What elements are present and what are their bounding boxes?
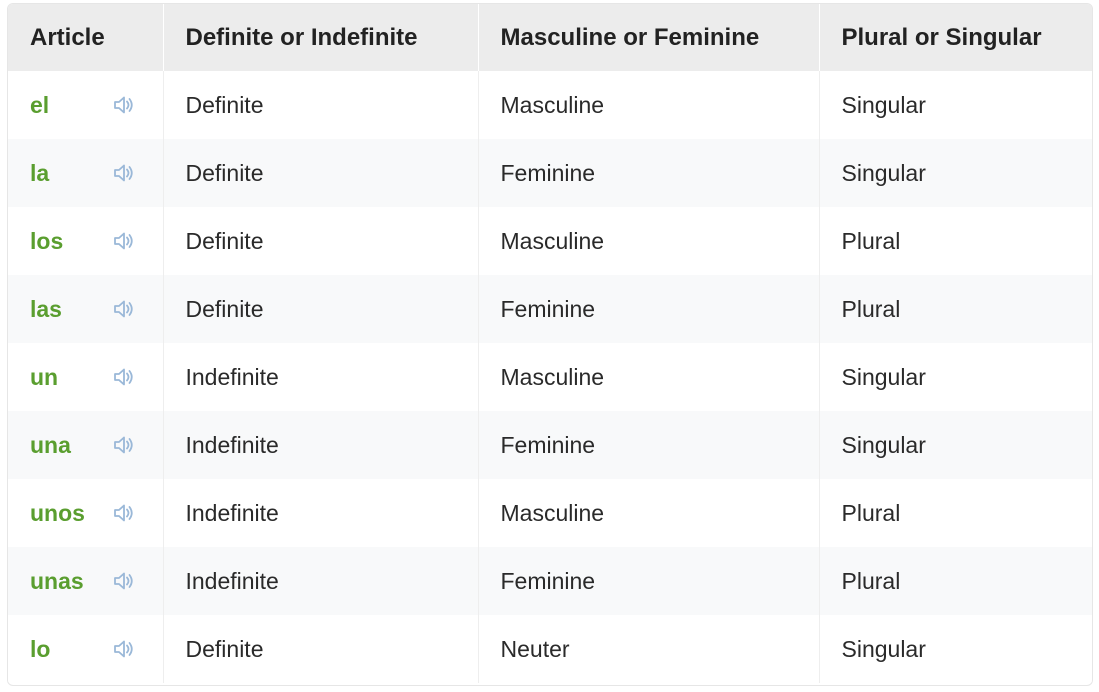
articles-table: Article Definite or Indefinite Masculine… — [8, 4, 1092, 683]
gender-cell: Masculine — [478, 207, 820, 275]
gender-cell: Feminine — [478, 275, 820, 343]
table-row: la Definite Feminine Singular — [8, 139, 1092, 207]
article-cell: el — [8, 71, 164, 139]
gender-cell: Masculine — [478, 71, 820, 139]
number-cell: Singular — [841, 159, 926, 186]
table-row: una Indefinite Feminine Singular — [8, 411, 1092, 479]
speaker-icon[interactable] — [112, 230, 136, 252]
article-word[interactable]: las — [30, 296, 62, 322]
speaker-icon[interactable] — [112, 366, 136, 388]
number-cell: Plural — [841, 499, 901, 526]
gender-cell: Feminine — [478, 547, 820, 615]
article-cell: lo — [8, 615, 164, 683]
article-word[interactable]: unos — [30, 500, 85, 526]
speaker-icon[interactable] — [112, 570, 136, 592]
gender-cell: Masculine — [478, 343, 820, 411]
header-article: Article — [8, 4, 164, 71]
definite-cell: Definite — [163, 275, 479, 343]
definite-cell: Definite — [163, 71, 479, 139]
article-word[interactable]: el — [30, 92, 49, 118]
speaker-icon[interactable] — [112, 638, 136, 660]
article-word[interactable]: los — [30, 228, 63, 254]
article-cell: unas — [8, 547, 164, 615]
table-header-row: Article Definite or Indefinite Masculine… — [8, 4, 1092, 71]
number-cell: Plural — [841, 295, 901, 322]
article-cell: las — [8, 275, 164, 343]
table-row: los Definite Masculine Plural — [8, 207, 1092, 275]
article-cell: una — [8, 411, 164, 479]
table-row: las Definite Feminine Plural — [8, 275, 1092, 343]
gender-cell: Feminine — [478, 139, 820, 207]
number-cell: Singular — [841, 363, 926, 390]
header-masculine-or-feminine: Masculine or Feminine — [478, 4, 820, 71]
definite-cell: Indefinite — [163, 343, 479, 411]
table-row: unas Indefinite Feminine Plural — [8, 547, 1092, 615]
definite-cell: Definite — [163, 207, 479, 275]
table-row: el Definite Masculine Singular — [8, 71, 1092, 139]
number-cell: Singular — [841, 91, 926, 118]
definite-cell: Indefinite — [163, 411, 479, 479]
article-cell: un — [8, 343, 164, 411]
article-word[interactable]: un — [30, 364, 58, 390]
number-cell: Singular — [841, 431, 926, 458]
article-word[interactable]: lo — [30, 636, 50, 662]
gender-cell: Masculine — [478, 479, 820, 547]
table-row: un Indefinite Masculine Singular — [8, 343, 1092, 411]
table-row: unos Indefinite Masculine Plural — [8, 479, 1092, 547]
definite-cell: Indefinite — [163, 479, 479, 547]
definite-cell: Definite — [163, 615, 479, 683]
definite-cell: Definite — [163, 139, 479, 207]
definite-cell: Indefinite — [163, 547, 479, 615]
speaker-icon[interactable] — [112, 502, 136, 524]
speaker-icon[interactable] — [112, 434, 136, 456]
header-definite-or-indefinite: Definite or Indefinite — [163, 4, 479, 71]
article-cell: unos — [8, 479, 164, 547]
speaker-icon[interactable] — [112, 298, 136, 320]
article-word[interactable]: una — [30, 432, 71, 458]
articles-table-container: Article Definite or Indefinite Masculine… — [7, 3, 1093, 686]
article-word[interactable]: unas — [30, 568, 84, 594]
number-cell: Plural — [841, 227, 901, 254]
article-cell: los — [8, 207, 164, 275]
number-cell: Plural — [841, 567, 901, 594]
speaker-icon[interactable] — [112, 162, 136, 184]
article-word[interactable]: la — [30, 160, 49, 186]
gender-cell: Neuter — [478, 615, 820, 683]
table-row: lo Definite Neuter Singular — [8, 615, 1092, 683]
article-cell: la — [8, 139, 164, 207]
table-body: el Definite Masculine Singular la Definite Fem… — [8, 71, 1092, 683]
speaker-icon[interactable] — [112, 94, 136, 116]
header-plural-or-singular: Plural or Singular — [841, 23, 1042, 51]
gender-cell: Feminine — [478, 411, 820, 479]
number-cell: Singular — [841, 635, 926, 662]
